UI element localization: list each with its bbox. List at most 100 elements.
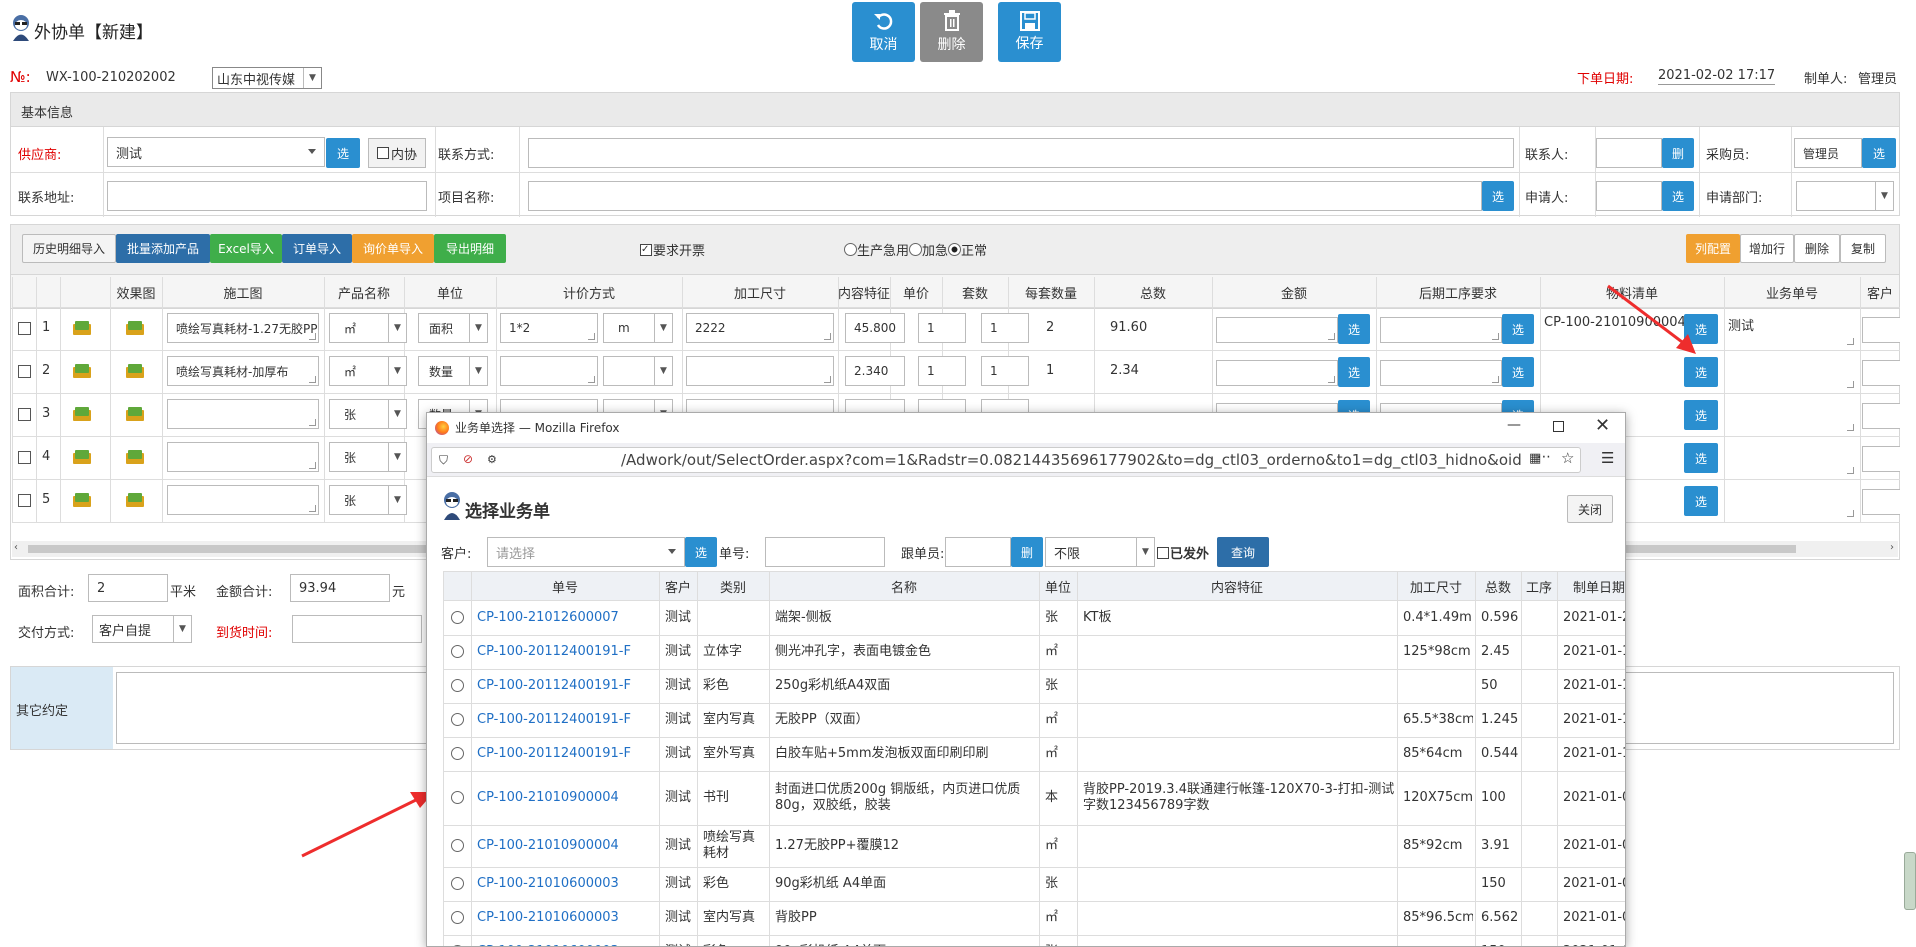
post-process-field[interactable] <box>1216 317 1338 343</box>
row-radio[interactable] <box>451 839 464 852</box>
contact-field[interactable] <box>528 138 1514 168</box>
product-name-field[interactable] <box>167 399 319 429</box>
popup-query-button[interactable]: 查询 <box>1217 537 1269 567</box>
product-name-field[interactable] <box>167 485 319 515</box>
folder-icon[interactable] <box>126 321 144 335</box>
inner-coop-checkbox[interactable]: 内协 <box>368 138 426 168</box>
row-checkbox[interactable] <box>18 365 31 378</box>
row-checkbox[interactable] <box>18 322 31 335</box>
material-choose-button[interactable]: 选 <box>1502 314 1534 344</box>
popup-column-header[interactable]: 单号 <box>471 571 659 601</box>
extra-field[interactable] <box>1862 403 1900 429</box>
popup-cell-no[interactable]: CP-100-21010900004 <box>477 771 657 825</box>
popup-cell-no[interactable]: CP-100-20112400191-F <box>477 737 657 771</box>
order-import-button[interactable]: 订单导入 <box>282 234 352 263</box>
popup-follow-field[interactable] <box>945 537 1011 567</box>
dept-select[interactable]: ▼ <box>1796 181 1894 211</box>
size-field[interactable]: 1*2 <box>500 313 598 343</box>
popup-cell-no[interactable]: CP-100-21010600003 <box>477 867 657 901</box>
menu-icon[interactable]: ☰ <box>1601 449 1614 467</box>
popup-limit-select[interactable]: 不限 ▼ <box>1045 537 1155 567</box>
content-field[interactable] <box>686 356 834 386</box>
unit-select[interactable]: 张 ▼ <box>329 442 407 472</box>
extra-field[interactable] <box>1862 360 1900 386</box>
copy-row-button[interactable]: 复制 <box>1840 234 1886 263</box>
pricing-select[interactable]: 数量 ▼ <box>418 356 488 386</box>
delete-button[interactable]: 删除 <box>920 2 983 62</box>
quote-import-button[interactable]: 询价单导入 <box>352 234 434 263</box>
product-name-field[interactable]: 喷绘写真耗材-1.27无胶PP <box>167 313 319 343</box>
size-unit-select[interactable]: m ▼ <box>603 313 673 343</box>
add-row-button[interactable]: 增加行 <box>1740 234 1794 263</box>
amount-total-field[interactable]: 93.94 <box>290 574 390 602</box>
unit-select[interactable]: ㎡ ▼ <box>329 313 407 343</box>
delete-row-button[interactable]: 删除 <box>1794 234 1840 263</box>
folder-icon[interactable] <box>73 407 91 421</box>
folder-icon[interactable] <box>126 450 144 464</box>
post-process-choose-button[interactable]: 选 <box>1338 314 1370 344</box>
per-set-field[interactable]: 1 <box>981 313 1029 343</box>
extra-field[interactable] <box>1862 317 1900 343</box>
delivery-select[interactable]: 客户自提 ▼ <box>92 615 192 643</box>
column-header[interactable]: 施工图 <box>162 277 324 307</box>
supplier-choose-button[interactable]: 选 <box>326 138 360 168</box>
material-choose-button[interactable]: 选 <box>1502 357 1534 387</box>
row-radio[interactable] <box>451 713 464 726</box>
popup-cell-no[interactable]: CP-100-21010600003 <box>477 901 657 935</box>
business-order-choose-button[interactable]: 选 <box>1684 314 1718 344</box>
priority-radios[interactable]: 生产急用 加急 正常 <box>844 240 987 259</box>
unit-select[interactable]: 张 ▼ <box>329 485 407 515</box>
column-header[interactable]: 产品名称 <box>324 277 404 307</box>
column-header[interactable]: 业务单号 <box>1724 277 1860 307</box>
popup-cell-no[interactable]: CP-100-21010600003 <box>477 935 657 946</box>
column-header[interactable]: 套数 <box>942 277 1008 307</box>
popup-column-header[interactable]: 制单日期 <box>1557 571 1625 601</box>
business-order-choose-button[interactable]: 选 <box>1684 357 1718 387</box>
size-unit-select[interactable]: ▼ <box>603 356 673 386</box>
popup-column-header[interactable]: 工序 <box>1521 571 1557 601</box>
column-header[interactable]: 加工尺寸 <box>682 277 838 307</box>
popup-cell-no[interactable]: CP-100-20112400191-F <box>477 635 657 669</box>
folder-icon[interactable] <box>126 364 144 378</box>
project-field[interactable] <box>528 181 1482 211</box>
folder-icon[interactable] <box>126 493 144 507</box>
folder-icon[interactable] <box>73 321 91 335</box>
price-field[interactable]: 45.800 <box>845 313 905 343</box>
address-field[interactable] <box>107 181 427 211</box>
post-process-choose-button[interactable]: 选 <box>1338 357 1370 387</box>
popup-follow-delete-button[interactable]: 删 <box>1011 537 1043 567</box>
row-radio[interactable] <box>451 645 464 658</box>
popup-column-header[interactable]: 内容特征 <box>1077 571 1397 601</box>
popup-sent-out-checkbox[interactable]: 已发外 <box>1157 543 1209 562</box>
column-header[interactable]: 内容特征 <box>838 277 890 307</box>
row-radio[interactable] <box>451 611 464 624</box>
column-header[interactable]: 计价方式 <box>496 277 682 307</box>
contact-person-field[interactable] <box>1596 138 1662 168</box>
product-name-field[interactable]: 喷绘写真耗材-加厚布 <box>167 356 319 386</box>
project-choose-button[interactable]: 选 <box>1482 181 1514 211</box>
popup-column-header[interactable]: 类别 <box>697 571 769 601</box>
row-checkbox[interactable] <box>18 408 31 421</box>
column-header[interactable]: 单位 <box>404 277 496 307</box>
extra-field[interactable] <box>1862 489 1900 515</box>
minimize-icon[interactable]: — <box>1507 417 1521 433</box>
popup-column-header[interactable]: 单位 <box>1039 571 1077 601</box>
per-set-field[interactable]: 1 <box>981 356 1029 386</box>
supplier-select[interactable]: 测试 <box>107 137 325 167</box>
material-list-field[interactable] <box>1380 317 1502 343</box>
column-header[interactable]: 后期工序要求 <box>1376 277 1540 307</box>
business-order-choose-button[interactable]: 选 <box>1684 400 1718 430</box>
folder-icon[interactable] <box>73 450 91 464</box>
more-icon[interactable]: ⋯ <box>1537 449 1551 465</box>
popup-cell-no[interactable]: CP-100-20112400191-F <box>477 703 657 737</box>
row-radio[interactable] <box>451 911 464 924</box>
extra-field[interactable] <box>1862 446 1900 472</box>
material-list-field[interactable] <box>1380 360 1502 386</box>
column-header[interactable]: 物料清单 <box>1540 277 1724 307</box>
column-config-button[interactable]: 列配置 <box>1686 234 1740 263</box>
folder-icon[interactable] <box>73 364 91 378</box>
sets-field[interactable]: 1 <box>918 313 966 343</box>
sets-field[interactable]: 1 <box>918 356 966 386</box>
popup-cell-no[interactable]: CP-100-21012600007 <box>477 601 657 635</box>
company-select[interactable]: 山东中视传媒 ▼ <box>212 67 322 89</box>
